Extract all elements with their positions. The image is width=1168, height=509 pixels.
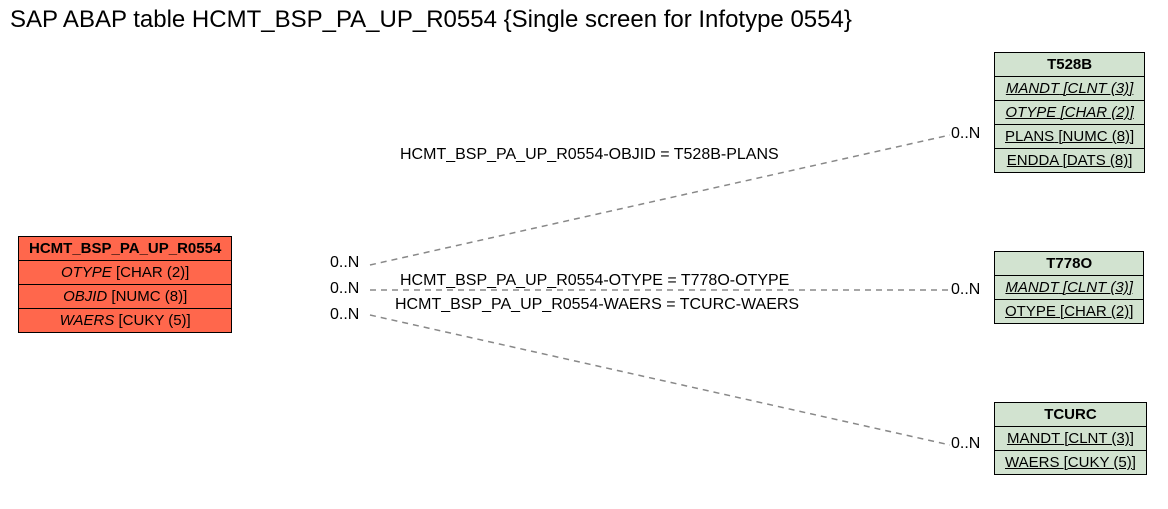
entity-header: T528B bbox=[995, 53, 1145, 77]
card-right-1: 0..N bbox=[951, 281, 980, 299]
entity-main: HCMT_BSP_PA_UP_R0554 OTYPE [CHAR (2)] OB… bbox=[18, 236, 232, 333]
entity-main-field: OTYPE [CHAR (2)] bbox=[19, 261, 232, 285]
entity-field: MANDT [CLNT (3)] bbox=[995, 77, 1145, 101]
card-left-1: 0..N bbox=[330, 280, 359, 298]
card-left-0: 0..N bbox=[330, 254, 359, 272]
entity-header: TCURC bbox=[995, 403, 1147, 427]
relation-label-0: HCMT_BSP_PA_UP_R0554-OBJID = T528B-PLANS bbox=[400, 146, 779, 164]
card-right-0: 0..N bbox=[951, 125, 980, 143]
entity-field: ENDDA [DATS (8)] bbox=[995, 149, 1145, 173]
entity-t778o: T778O MANDT [CLNT (3)] OTYPE [CHAR (2)] bbox=[994, 251, 1144, 324]
relation-label-1: HCMT_BSP_PA_UP_R0554-OTYPE = T778O-OTYPE bbox=[400, 272, 789, 290]
entity-main-field: OBJID [NUMC (8)] bbox=[19, 285, 232, 309]
entity-t528b: T528B MANDT [CLNT (3)] OTYPE [CHAR (2)] … bbox=[994, 52, 1145, 173]
entity-field: PLANS [NUMC (8)] bbox=[995, 125, 1145, 149]
entity-main-header: HCMT_BSP_PA_UP_R0554 bbox=[19, 237, 232, 261]
relation-label-2: HCMT_BSP_PA_UP_R0554-WAERS = TCURC-WAERS bbox=[395, 296, 799, 314]
entity-tcurc: TCURC MANDT [CLNT (3)] WAERS [CUKY (5)] bbox=[994, 402, 1147, 475]
card-right-2: 0..N bbox=[951, 435, 980, 453]
entity-field: MANDT [CLNT (3)] bbox=[995, 276, 1144, 300]
entity-main-field: WAERS [CUKY (5)] bbox=[19, 309, 232, 333]
entity-field: MANDT [CLNT (3)] bbox=[995, 427, 1147, 451]
page-title: SAP ABAP table HCMT_BSP_PA_UP_R0554 {Sin… bbox=[10, 6, 852, 34]
entity-field: OTYPE [CHAR (2)] bbox=[995, 300, 1144, 324]
entity-field: WAERS [CUKY (5)] bbox=[995, 451, 1147, 475]
entity-field: OTYPE [CHAR (2)] bbox=[995, 101, 1145, 125]
card-left-2: 0..N bbox=[330, 306, 359, 324]
entity-header: T778O bbox=[995, 252, 1144, 276]
